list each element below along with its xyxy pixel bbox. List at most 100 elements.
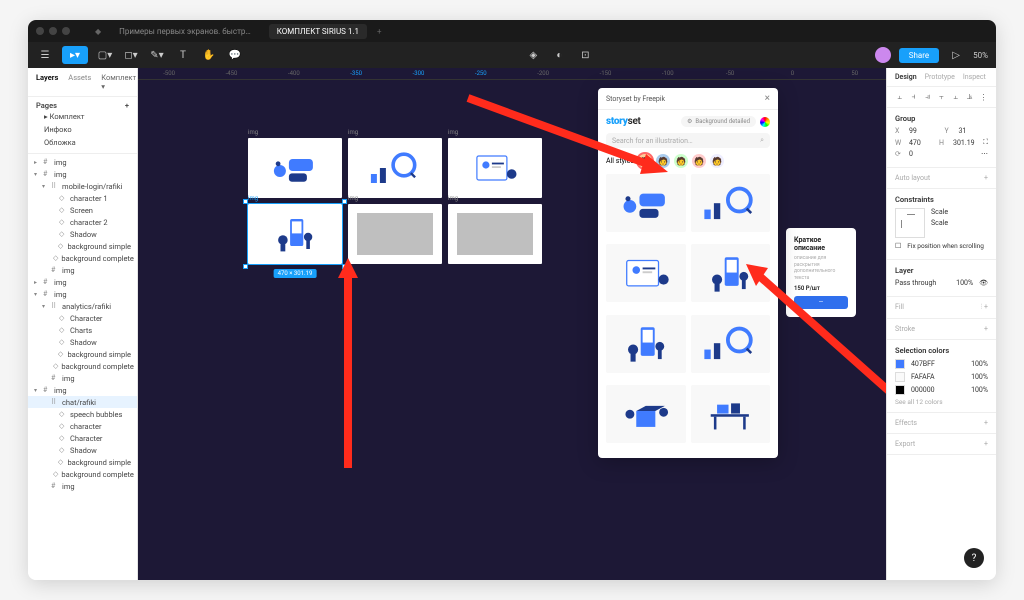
illustration-cell[interactable] xyxy=(691,244,771,302)
illustration-cell[interactable] xyxy=(691,315,771,373)
illustration-cell[interactable] xyxy=(691,385,771,443)
layer-row[interactable]: ▾#img xyxy=(28,168,137,180)
add-effect-icon[interactable]: + xyxy=(984,419,988,427)
layers-tab[interactable]: Layers xyxy=(36,73,58,91)
layer-row[interactable]: ◇Charts xyxy=(28,324,137,336)
h-constraint[interactable]: Scale xyxy=(931,208,948,216)
layer-row[interactable]: ◇Character xyxy=(28,312,137,324)
canvas-frame[interactable]: img xyxy=(448,138,542,198)
style-avatar[interactable]: 🧑 xyxy=(710,154,724,168)
inspect-tab[interactable]: Inspect xyxy=(963,73,986,81)
new-tab-button[interactable]: + xyxy=(377,27,382,36)
layer-row[interactable]: ◇Shadow xyxy=(28,444,137,456)
traffic-light[interactable] xyxy=(62,27,70,35)
blend-mode[interactable]: Pass through xyxy=(895,279,950,287)
layer-row[interactable]: ◇Shadow xyxy=(28,336,137,348)
layer-row[interactable]: #img xyxy=(28,480,137,492)
v-constraint[interactable]: Scale xyxy=(931,219,948,227)
add-page-icon[interactable]: + xyxy=(125,101,129,110)
layer-row[interactable]: #img xyxy=(28,264,137,276)
layer-row[interactable]: ▾⠿analytics/rafiki xyxy=(28,300,137,312)
layer-row[interactable]: ⠿chat/rafiki xyxy=(28,396,137,408)
style-avatar[interactable]: 🧑 xyxy=(638,154,652,168)
card-button[interactable]: — xyxy=(794,296,848,309)
constraints-box[interactable] xyxy=(895,208,925,238)
layer-row[interactable]: ▾#img xyxy=(28,288,137,300)
layer-row[interactable]: ◇background complete xyxy=(28,252,137,264)
layer-row[interactable]: #img xyxy=(28,372,137,384)
w-value[interactable]: 470 xyxy=(909,139,933,147)
layer-row[interactable]: ◇background complete xyxy=(28,468,137,480)
layer-row[interactable]: ◇speech bubbles xyxy=(28,408,137,420)
link-icon[interactable]: ⛶ xyxy=(983,138,988,147)
frame-tool[interactable]: ▢▾ xyxy=(96,46,114,64)
fix-checkbox[interactable]: ☐ xyxy=(895,242,901,250)
user-avatar[interactable] xyxy=(875,47,891,63)
share-button[interactable]: Share xyxy=(899,48,939,63)
traffic-light[interactable] xyxy=(49,27,57,35)
comment-tool[interactable]: 💬 xyxy=(226,46,244,64)
y-value[interactable]: 31 xyxy=(959,127,989,135)
layer-row[interactable]: ▾#img xyxy=(28,384,137,396)
zoom-level[interactable]: 50% xyxy=(973,51,988,60)
distribute-icon[interactable]: ⋮ xyxy=(979,92,988,102)
menu-icon[interactable]: ☰ xyxy=(36,46,54,64)
color-wheel-icon[interactable] xyxy=(760,117,770,127)
add-autolayout-icon[interactable]: + xyxy=(984,174,988,182)
align-top-icon[interactable]: ⫟ xyxy=(937,92,946,102)
page-item[interactable]: Обложка xyxy=(36,136,129,149)
canvas-frame[interactable]: img xyxy=(348,138,442,198)
canvas-frame[interactable]: img470 × 301.19 xyxy=(248,204,342,264)
color-row[interactable]: FAFAFA100% xyxy=(895,372,988,382)
canvas-frame[interactable]: img xyxy=(348,204,442,264)
layer-row[interactable]: ▾⠿mobile-login/rafiki xyxy=(28,180,137,192)
color-row[interactable]: 000000100% xyxy=(895,385,988,395)
illustration-cell[interactable] xyxy=(691,174,771,232)
color-row[interactable]: 407BFF100% xyxy=(895,359,988,369)
add-stroke-icon[interactable]: + xyxy=(984,325,988,333)
mask-icon[interactable]: ◐ xyxy=(550,46,568,64)
layer-row[interactable]: ◇character 2 xyxy=(28,216,137,228)
layer-row[interactable]: ◇background complete xyxy=(28,360,137,372)
move-tool[interactable]: ▸▾ xyxy=(62,46,88,64)
background-toggle[interactable]: ⚙Background detailed xyxy=(681,116,756,127)
layer-row[interactable]: ◇Shadow xyxy=(28,228,137,240)
hand-tool[interactable]: ✋ xyxy=(200,46,218,64)
align-right-icon[interactable]: ⫣ xyxy=(923,92,932,102)
canvas-frame[interactable]: img xyxy=(448,204,542,264)
illustration-cell[interactable] xyxy=(606,174,686,232)
layer-row[interactable]: ◇background simple xyxy=(28,240,137,252)
rotation-value[interactable]: 0 xyxy=(909,150,975,158)
see-all-colors[interactable]: See all 12 colors xyxy=(895,398,988,406)
more-icon[interactable]: ⋯ xyxy=(981,150,988,158)
boolean-icon[interactable]: ⊡ xyxy=(576,46,594,64)
file-tab-active[interactable]: КОМПЛЕКТ SIRIUS 1.1 xyxy=(269,24,367,39)
style-avatar[interactable]: 🧑 xyxy=(656,154,670,168)
help-button[interactable]: ? xyxy=(964,548,984,568)
layer-row[interactable]: ◇Character xyxy=(28,432,137,444)
page-item[interactable]: Инфоко xyxy=(36,123,129,136)
file-dropdown[interactable]: Комплект ▾ xyxy=(101,73,136,91)
present-icon[interactable]: ▷ xyxy=(947,46,965,64)
shape-tool[interactable]: ◻▾ xyxy=(122,46,140,64)
search-input[interactable]: Search for an illustration…⌕ xyxy=(606,133,770,148)
traffic-light[interactable] xyxy=(36,27,44,35)
illustration-cell[interactable] xyxy=(606,385,686,443)
layer-row[interactable]: ◇character 1 xyxy=(28,192,137,204)
design-tab[interactable]: Design xyxy=(895,73,917,81)
h-value[interactable]: 301.19 xyxy=(953,139,977,147)
pen-tool[interactable]: ✎▾ xyxy=(148,46,166,64)
align-bottom-icon[interactable]: ⫡ xyxy=(965,92,974,102)
canvas[interactable]: -500-450-400-350-300-250-200-150-100-500… xyxy=(138,68,886,580)
style-avatar[interactable]: 🧑 xyxy=(674,154,688,168)
align-hcenter-icon[interactable]: ⫞ xyxy=(909,92,918,102)
add-export-icon[interactable]: + xyxy=(984,440,988,448)
layer-row[interactable]: ◇background simple xyxy=(28,348,137,360)
file-tab[interactable]: Примеры первых экранов. быстр… xyxy=(111,24,259,39)
illustration-cell[interactable] xyxy=(606,315,686,373)
x-value[interactable]: 99 xyxy=(909,127,939,135)
opacity-value[interactable]: 100% xyxy=(956,279,973,287)
add-fill-icon[interactable]: ⫶ + xyxy=(981,303,988,312)
align-vcenter-icon[interactable]: ⫠ xyxy=(951,92,960,102)
eye-icon[interactable]: 👁 xyxy=(979,279,988,287)
